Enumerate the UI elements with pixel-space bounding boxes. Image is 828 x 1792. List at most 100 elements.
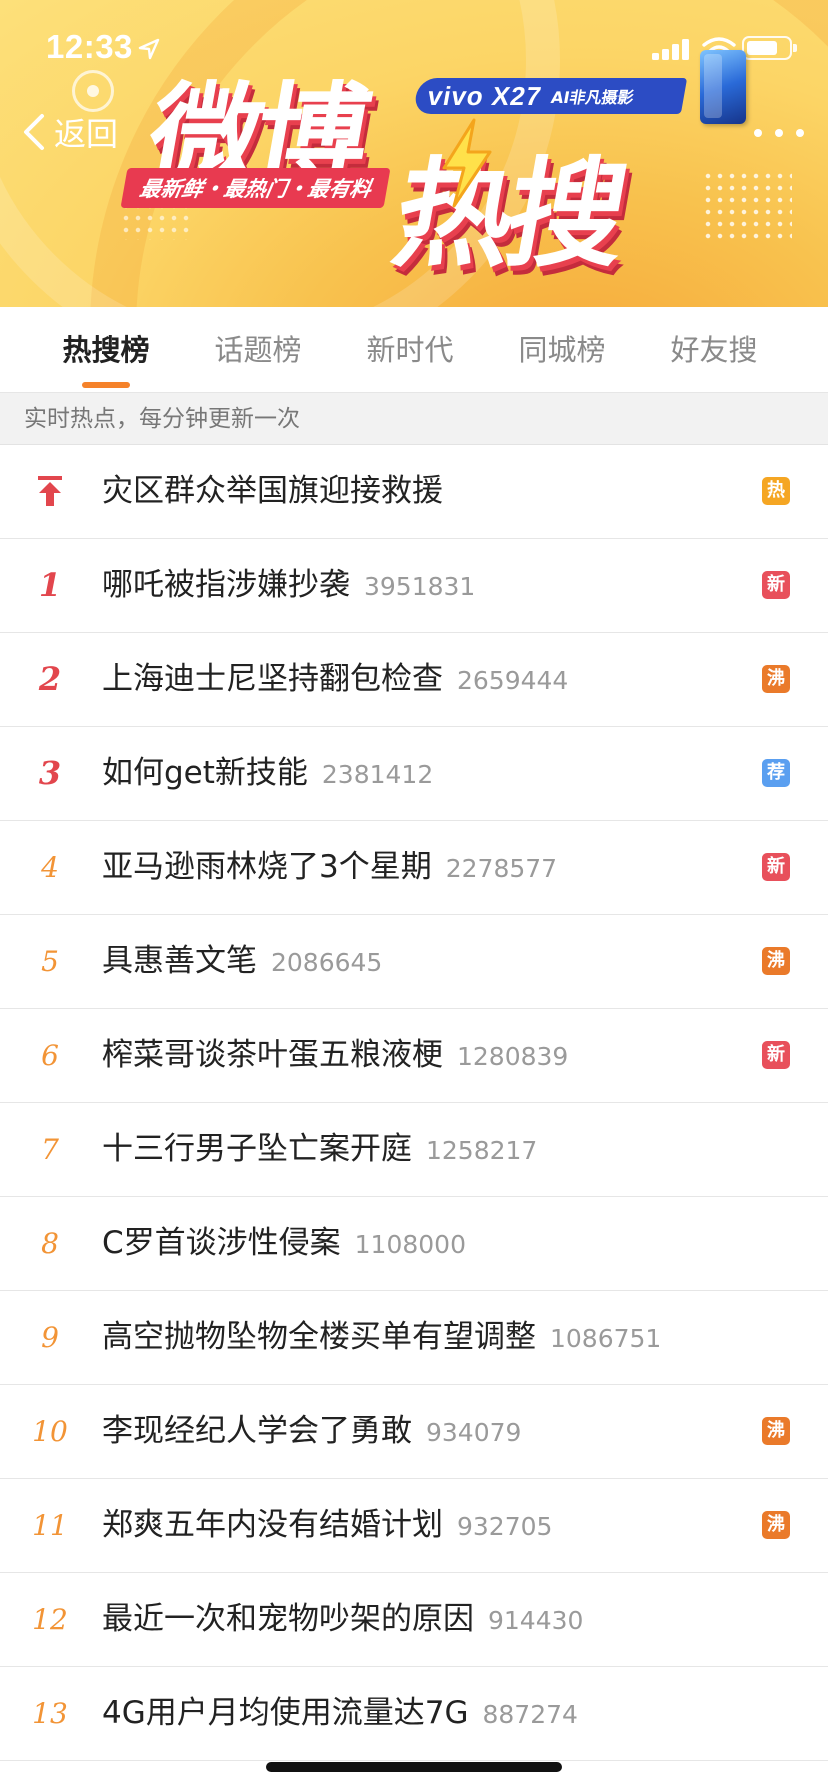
status-badge: 沸 — [762, 947, 790, 975]
ranking-tabs: 热搜榜 话题榜 新时代 同城榜 好友搜 — [0, 307, 828, 393]
tab-new-era[interactable]: 新时代 — [334, 307, 486, 392]
back-label: 返回 — [54, 115, 119, 153]
item-search-count: 1258217 — [426, 1136, 538, 1165]
status-badge: 荐 — [762, 759, 790, 787]
item-search-count: 2659444 — [457, 666, 569, 695]
rank-number: 5 — [41, 945, 59, 978]
item-title: 李现经纪人学会了勇敢 — [102, 1413, 412, 1449]
item-text: 榨菜哥谈茶叶蛋五粮液梗 1280839 — [102, 1009, 568, 1102]
status-badge: 新 — [762, 1041, 790, 1069]
ad-brand: vivo X27 — [425, 80, 545, 111]
item-title: 亚马逊雨林烧了3个星期 — [102, 849, 432, 885]
rank-number: 3 — [38, 754, 62, 792]
rank-number: 11 — [32, 1509, 68, 1542]
list-item[interactable]: 1 哪吒被指涉嫌抄袭 3951831 新 — [0, 539, 828, 633]
item-search-count: 934079 — [426, 1418, 522, 1447]
list-item[interactable]: 4 亚马逊雨林烧了3个星期 2278577 新 — [0, 821, 828, 915]
item-title: 具惠善文笔 — [102, 943, 257, 979]
lightning-bolt-icon — [442, 118, 492, 208]
banner-slogan: 最新鲜・最热门・最有料 — [120, 168, 391, 208]
rank-number: 7 — [41, 1133, 59, 1166]
status-badge: 沸 — [762, 665, 790, 693]
cellular-signal-icon — [652, 38, 692, 60]
item-title: 十三行男子坠亡案开庭 — [102, 1131, 412, 1167]
item-title: 4G用户月均使用流量达7G — [102, 1695, 469, 1731]
item-search-count: 914430 — [488, 1606, 584, 1635]
item-search-count: 887274 — [482, 1700, 578, 1729]
status-badge: 沸 — [762, 1417, 790, 1445]
list-item[interactable]: 3 如何get新技能 2381412 荐 — [0, 727, 828, 821]
status-time: 12:33 — [46, 28, 133, 65]
tab-friends[interactable]: 好友搜 — [638, 307, 790, 392]
item-text: 灾区群众举国旗迎接救援 — [102, 445, 443, 538]
item-search-count: 2278577 — [445, 854, 558, 883]
rank-number: 8 — [41, 1227, 59, 1260]
list-item[interactable]: 灾区群众举国旗迎接救援 热 — [0, 445, 828, 539]
list-item[interactable]: 7 十三行男子坠亡案开庭 1258217 — [0, 1103, 828, 1197]
more-dot-icon — [796, 129, 804, 137]
rank-number: 10 — [32, 1415, 68, 1448]
status-badge: 热 — [762, 477, 790, 505]
more-options-button[interactable] — [754, 118, 804, 148]
more-dot-icon — [775, 129, 783, 137]
more-dot-icon — [754, 129, 762, 137]
item-title: 最近一次和宠物吵架的原因 — [102, 1601, 474, 1637]
item-title: 上海迪士尼坚持翻包检查 — [102, 661, 443, 697]
item-search-count: 2086645 — [271, 948, 383, 977]
item-text: 亚马逊雨林烧了3个星期 2278577 — [102, 821, 557, 914]
item-text: 哪吒被指涉嫌抄袭 3951831 — [102, 539, 475, 632]
list-item[interactable]: 10 李现经纪人学会了勇敢 934079 沸 — [0, 1385, 828, 1479]
rank-number: 12 — [32, 1603, 68, 1636]
pinned-top-icon — [0, 445, 100, 538]
item-search-count: 2381412 — [321, 760, 434, 789]
item-text: 高空抛物坠物全楼买单有望调整 1086751 — [102, 1291, 661, 1384]
item-text: 上海迪士尼坚持翻包检查 2659444 — [102, 633, 568, 726]
tab-hot-search[interactable]: 热搜榜 — [30, 307, 182, 392]
item-text: 4G用户月均使用流量达7G 887274 — [102, 1667, 578, 1760]
item-title: 如何get新技能 — [102, 755, 308, 791]
hot-search-list: 灾区群众举国旗迎接救援 热 1 哪吒被指涉嫌抄袭 3951831 新 2 上海迪士尼坚持翻包检… — [0, 445, 828, 1761]
item-text: C罗首谈涉性侵案 1108000 — [102, 1197, 466, 1290]
item-title: 哪吒被指涉嫌抄袭 — [102, 567, 350, 603]
tab-topics[interactable]: 话题榜 — [182, 307, 334, 392]
list-item[interactable]: 2 上海迪士尼坚持翻包检查 2659444 沸 — [0, 633, 828, 727]
item-text: 最近一次和宠物吵架的原因 914430 — [102, 1573, 583, 1666]
item-search-count: 1108000 — [354, 1230, 466, 1259]
item-title: 高空抛物坠物全楼买单有望调整 — [102, 1319, 536, 1355]
banner-dots-decoration — [702, 170, 792, 240]
tab-local[interactable]: 同城榜 — [486, 307, 638, 392]
item-text: 李现经纪人学会了勇敢 934079 — [102, 1385, 521, 1478]
list-item[interactable]: 11 郑爽五年内没有结婚计划 932705 沸 — [0, 1479, 828, 1573]
banner-title-resou: 热搜 — [383, 145, 633, 283]
rank-number: 6 — [41, 1039, 59, 1072]
item-title: 榨菜哥谈茶叶蛋五粮液梗 — [102, 1037, 443, 1073]
update-note: 实时热点，每分钟更新一次 — [0, 393, 828, 445]
rank-number: 9 — [41, 1321, 59, 1354]
list-item[interactable]: 6 榨菜哥谈茶叶蛋五粮液梗 1280839 新 — [0, 1009, 828, 1103]
status-badge: 新 — [762, 571, 790, 599]
chevron-left-icon — [24, 114, 44, 150]
list-item[interactable]: 9 高空抛物坠物全楼买单有望调整 1086751 — [0, 1291, 828, 1385]
item-title: 郑爽五年内没有结婚计划 — [102, 1507, 443, 1543]
battery-icon — [742, 36, 797, 60]
rank-number: 2 — [38, 660, 62, 698]
list-item[interactable]: 13 4G用户月均使用流量达7G 887274 — [0, 1667, 828, 1761]
vivo-ad-badge[interactable]: vivo X27 AI非凡摄影 — [412, 78, 688, 114]
item-search-count: 932705 — [457, 1512, 553, 1541]
item-text: 十三行男子坠亡案开庭 1258217 — [102, 1103, 537, 1196]
item-text: 具惠善文笔 2086645 — [102, 915, 382, 1008]
status-badge: 沸 — [762, 1511, 790, 1539]
rank-number: 4 — [41, 851, 59, 884]
list-item[interactable]: 12 最近一次和宠物吵架的原因 914430 — [0, 1573, 828, 1667]
back-button[interactable]: 返回 — [20, 108, 118, 156]
item-text: 郑爽五年内没有结婚计划 932705 — [102, 1479, 552, 1572]
item-search-count: 3951831 — [364, 572, 476, 601]
item-search-count: 1280839 — [457, 1042, 569, 1071]
ad-subtitle: AI非凡摄影 — [549, 88, 636, 107]
home-indicator[interactable] — [266, 1762, 562, 1772]
list-item[interactable]: 8 C罗首谈涉性侵案 1108000 — [0, 1197, 828, 1291]
rank-number: 13 — [32, 1697, 68, 1730]
list-item[interactable]: 5 具惠善文笔 2086645 沸 — [0, 915, 828, 1009]
item-title: C罗首谈涉性侵案 — [102, 1225, 341, 1261]
location-arrow-icon — [138, 38, 160, 60]
